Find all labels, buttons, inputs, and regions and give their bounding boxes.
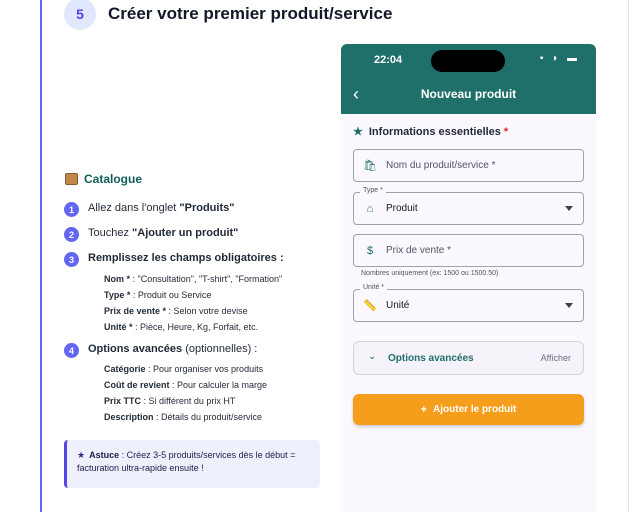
field-desc: : Pour organiser vos produits [148,364,264,374]
page-divider [628,0,629,512]
instruction-step-4: 4 Options avancées (optionnelles) : [64,343,257,358]
catalogue-heading: Catalogue [64,172,324,186]
add-product-button[interactable]: + Ajouter le produit [353,394,584,425]
step-header: 5 Créer votre premier produit/service [64,0,393,30]
field-desc: : Produit ou Service [132,290,212,300]
price-field[interactable]: $ Prix de vente * [353,234,584,267]
product-name-field[interactable]: 🛍 Nom du produit/service * [353,149,584,182]
instruction-step-2: 2 Touchez "Ajouter un produit" [64,227,238,242]
field-desc: : Si différent du prix HT [143,396,236,406]
phone-mockup: 22:04 ▪ ◗ ▬ ‹ Nouveau produit ★ Informat… [341,44,596,512]
instruction-step-3: 3 Remplissez les champs obligatoires : [64,252,284,267]
type-value: Produit [386,203,418,214]
shopping-bag-icon: 🛍 [363,160,377,172]
required-field-price: Prix de vente * : Selon votre devise [104,306,248,316]
step-title: Créer votre premier produit/service [108,4,393,23]
field-desc: : Selon votre devise [168,306,248,316]
field-label: Prix de vente * [104,306,169,316]
camera-notch [431,50,505,72]
plus-icon: + [420,403,428,416]
required-field-unit: Unité * : Pièce, Heure, Kg, Forfait, etc… [104,322,258,332]
field-label: Coût de revient [104,380,173,390]
status-time: 22:04 [374,54,403,66]
category-shapes-icon: ⌂ [366,202,374,215]
app-bar: ‹ Nouveau produit [341,76,596,114]
unit-value: Unité [386,300,410,311]
section-title: Informations essentielles [368,125,501,138]
field-desc: : Pièce, Heure, Kg, Forfait, etc. [135,322,259,332]
step-text-post: (optionnelles) : [182,343,258,355]
chevron-down-icon: ⌄ [368,351,377,362]
required-marker: * [503,125,509,138]
tip-label: Astuce [89,450,120,460]
currency-icon: $ [366,244,374,257]
step-text: Touchez "Ajouter un produit" [88,227,238,239]
step-text-pre: Touchez [88,227,133,239]
advanced-options-toggle[interactable]: ⌄ Options avancées Afficher [353,341,584,375]
advanced-field-description: Description : Détails du produit/service [104,412,262,422]
timeline-rule [40,0,42,512]
field-label: Unité * [104,322,136,332]
step-badge: 3 [64,252,79,267]
field-label: Catégorie [104,364,149,374]
type-select[interactable]: Type * ⌂ Produit [353,187,584,225]
step-badge: 2 [64,227,79,242]
price-helper-text: Nombres uniquement (ex: 1500 ou 1500.50) [361,270,499,277]
star-icon: ★ [77,450,86,460]
product-name-placeholder: Nom du produit/service * [386,160,496,171]
catalogue-label: Catalogue [84,172,143,186]
dropdown-caret-icon [565,206,573,211]
step-text: Options avancées (optionnelles) : [88,343,257,355]
field-desc: : "Consultation", "T-shirt", "Formation" [132,274,283,284]
tutorial-page: 5 Créer votre premier produit/service Ca… [0,0,633,512]
show-button[interactable]: Afficher [541,353,571,363]
status-bar: 22:04 ▪ ◗ ▬ [341,44,596,76]
field-label: Nom * [104,274,133,284]
unit-field-label: Unité * [360,284,388,291]
step-text-bold: Remplissez les champs obligatoires : [88,252,284,264]
instruction-step-1: 1 Allez dans l'onglet "Produits" [64,202,234,217]
field-label: Prix TTC [104,396,144,406]
star-icon: ★ [353,126,363,138]
app-bar-title: Nouveau produit [420,87,517,101]
step-text-bold: "Ajouter un produit" [132,227,239,239]
step-text-pre: Allez dans l'onglet [88,202,180,214]
required-field-type: Type * : Produit ou Service [104,290,211,300]
advanced-options-label: Options avancées [388,353,474,364]
tip-box: ★ Astuce : Créez 3-5 produits/services dè… [64,440,320,488]
price-placeholder: Prix de vente * [386,245,452,256]
advanced-field-cost: Coût de revient : Pour calculer la marge [104,380,267,390]
signal-wifi-battery-icon: ▪ ◗ ▬ [539,53,580,64]
field-desc: : Pour calculer la marge [172,380,268,390]
step-text: Allez dans l'onglet "Produits" [88,202,234,214]
instructions-panel: Catalogue 1 Allez dans l'onglet "Produit… [64,172,324,422]
step-badge: 1 [64,202,79,217]
step-text-bold: Options avancées [88,343,183,355]
section-heading: ★ Informations essentielles * [353,125,509,139]
dropdown-caret-icon [565,303,573,308]
add-product-label: Ajouter le produit [433,404,517,415]
advanced-field-ttc: Prix TTC : Si différent du prix HT [104,396,235,406]
box-icon [65,173,78,185]
field-label: Type * [104,290,133,300]
type-field-label: Type * [360,187,386,194]
field-desc: : Détails du produit/service [156,412,263,422]
step-number-badge: 5 [64,0,96,30]
advanced-field-category: Catégorie : Pour organiser vos produits [104,364,263,374]
ruler-icon: 📏 [363,300,377,312]
unit-select[interactable]: Unité * 📏 Unité [353,284,584,322]
step-text-bold: "Produits" [179,202,235,214]
step-badge: 4 [64,343,79,358]
field-label: Description [104,412,157,422]
required-field-name: Nom * : "Consultation", "T-shirt", "Form… [104,274,282,284]
